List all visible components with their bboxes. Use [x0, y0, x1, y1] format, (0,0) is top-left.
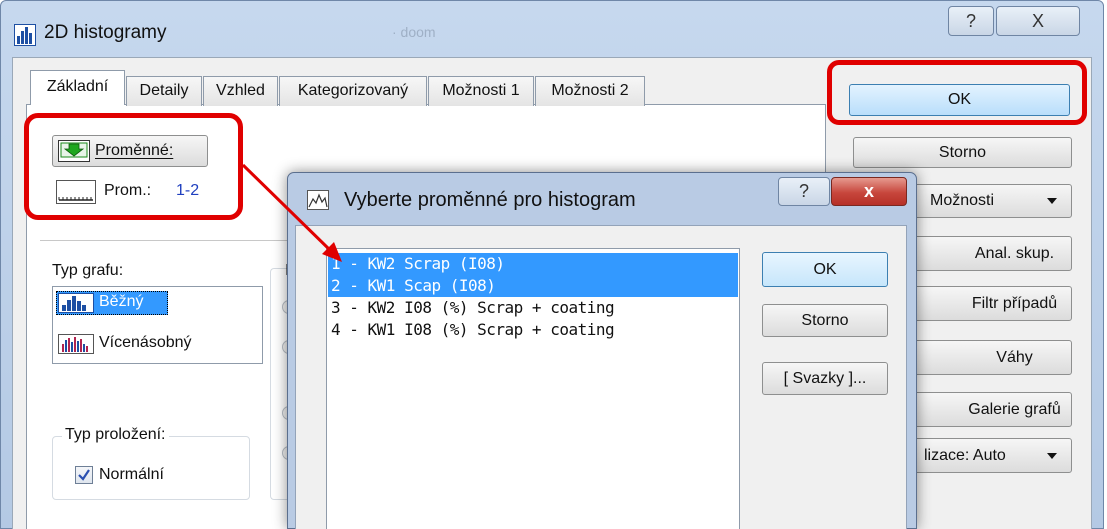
tab-zakladni[interactable]: Základní [30, 70, 125, 105]
annotation-arrow [241, 163, 342, 262]
